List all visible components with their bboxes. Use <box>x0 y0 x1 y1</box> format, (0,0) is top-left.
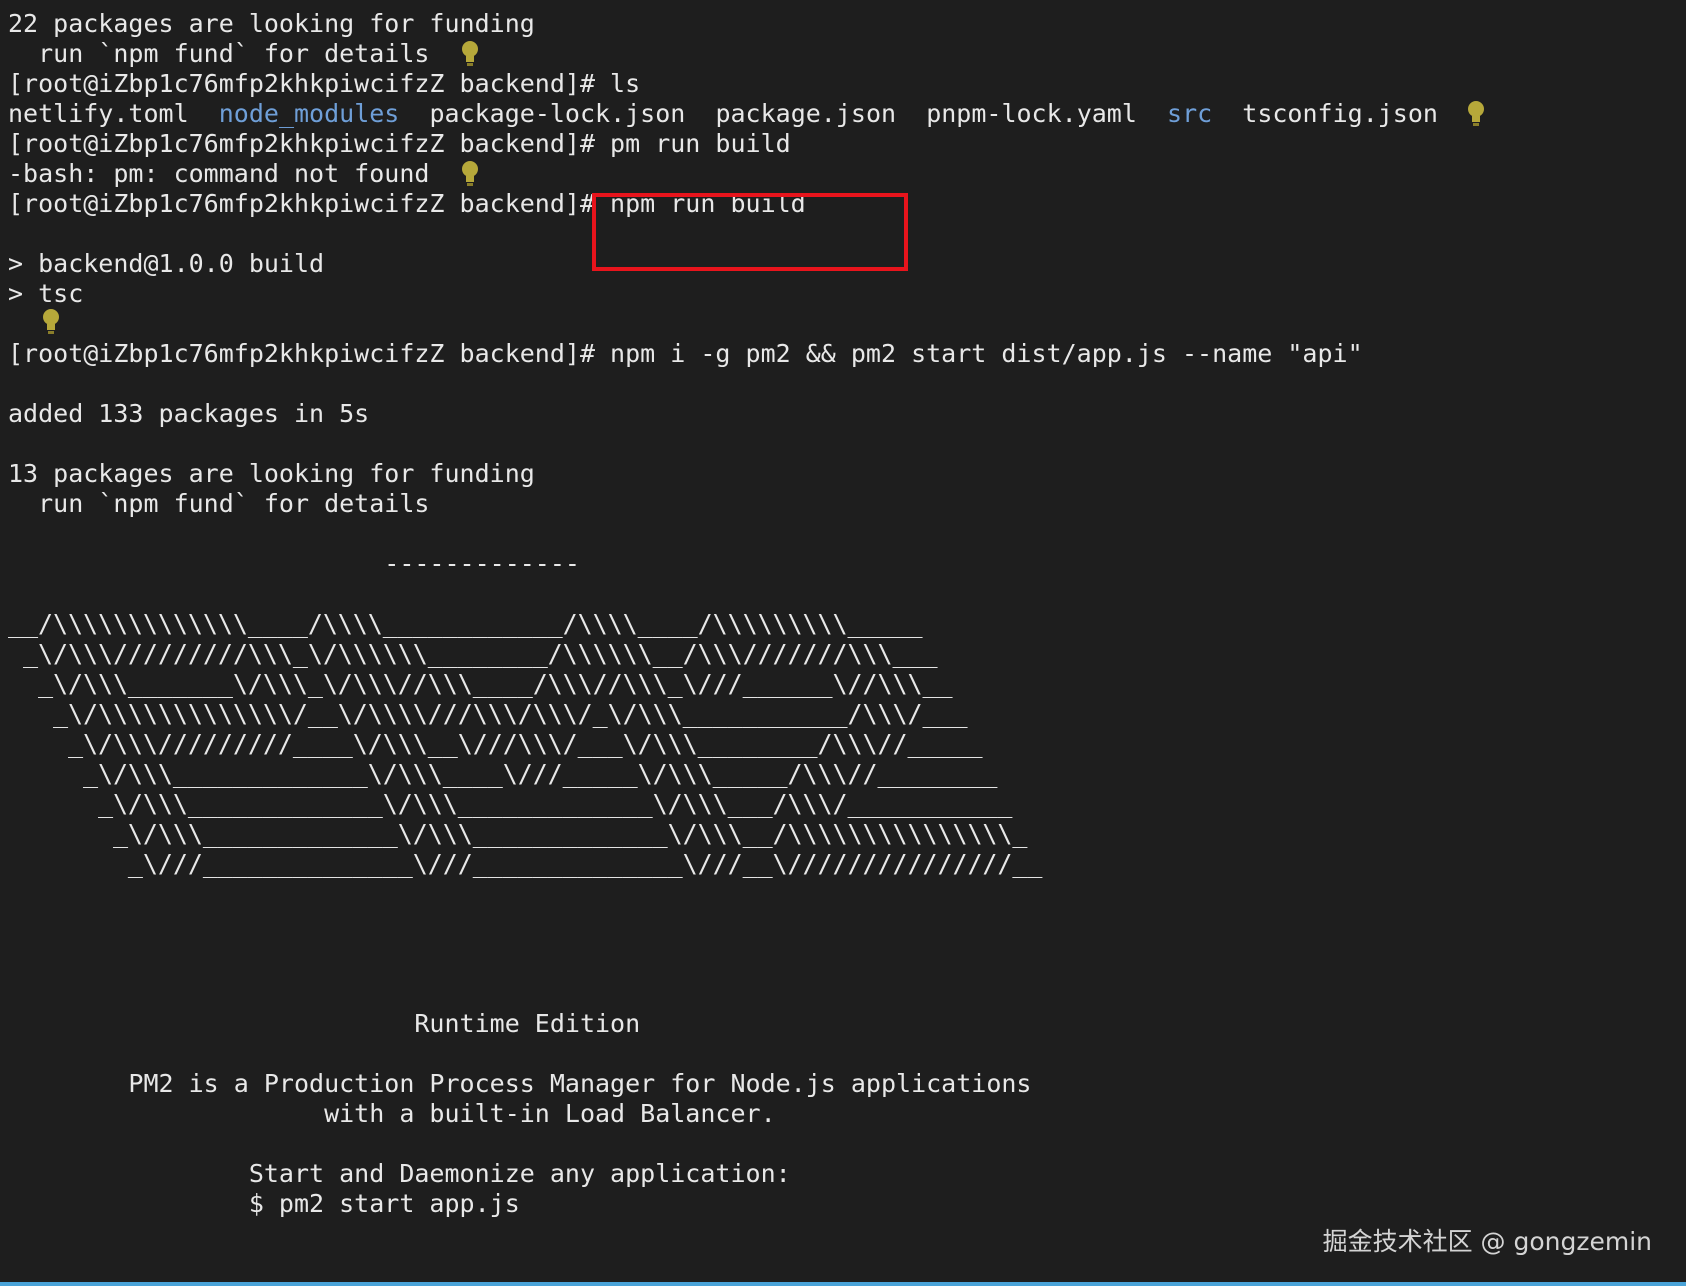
pm2-ascii-art-line: _\///______________\///______________\//… <box>8 849 1043 878</box>
output-build-script: > backend@1.0.0 build <box>8 249 325 278</box>
pm2-start-title: Start and Daemonize any application: <box>8 1159 791 1188</box>
terminal-window[interactable]: 22 packages are looking for funding run … <box>0 0 1686 1282</box>
pm2-description-line-2: with a built-in Load Balancer. <box>8 1099 776 1128</box>
output-added-packages: added 133 packages in 5s <box>8 399 370 428</box>
output-fund-details-line: run `npm fund` for details <box>8 39 430 68</box>
ls-listing: netlify.toml node_modules package-lock.j… <box>8 98 1438 130</box>
output-funding-line-2: 13 packages are looking for funding <box>8 459 535 488</box>
output-fund-details-line-2: run `npm fund` for details <box>8 489 430 518</box>
pm2-separator: ------------- <box>8 549 580 578</box>
pm2-ascii-art-line: _\/\\\\\\\\\\\\\/__\/\\\\///\\\/\\\/_\/\… <box>8 699 968 728</box>
file-package-json: package.json <box>715 99 897 128</box>
lightbulb-icon[interactable] <box>461 40 479 68</box>
dir-src: src <box>1167 99 1213 128</box>
file-package-lock-json: package-lock.json <box>429 99 686 128</box>
pm2-ascii-art-line: _\/\\\_____________\/\\\____\///_____\/\… <box>8 759 998 788</box>
watermark: 掘金技术社区 @ gongzemin <box>1322 1227 1652 1256</box>
file-pnpm-lock-yaml: pnpm-lock.yaml <box>926 99 1137 128</box>
pm2-ascii-art-line: _\/\\\_____________\/\\\_____________\/\… <box>8 819 1028 848</box>
pm2-ascii-art-line: _\/\\\/////////\\\_\/\\\\\\________/\\\\… <box>8 639 938 668</box>
highlight-box <box>592 193 908 271</box>
pm2-ascii-art-line: _\/\\\_____________\/\\\_____________\/\… <box>8 789 1013 818</box>
prompt-pm2-start: [root@iZbp1c76mfp2khkpiwcifzZ backend]# … <box>8 339 1363 368</box>
prompt-pm-run-build: [root@iZbp1c76mfp2khkpiwcifzZ backend]# … <box>8 129 791 158</box>
lightbulb-icon[interactable] <box>461 160 479 188</box>
pm2-ascii-art-line: _\/\\\_______\/\\\_\/\\\//\\\____/\\\//\… <box>8 669 953 698</box>
dir-node-modules: node_modules <box>218 99 400 128</box>
bottom-accent-bar <box>0 1282 1686 1286</box>
prompt-ls: [root@iZbp1c76mfp2khkpiwcifzZ backend]# … <box>8 69 641 98</box>
pm2-ascii-art-line: _\/\\\/////////____\/\\\__\///\\\/___\/\… <box>8 729 983 758</box>
lightbulb-icon[interactable] <box>42 308 60 336</box>
lightbulb-icon[interactable] <box>1467 100 1485 128</box>
file-netlify-toml: netlify.toml <box>8 99 189 128</box>
output-funding-line: 22 packages are looking for funding <box>8 9 535 38</box>
error-command-not-found: -bash: pm: command not found <box>8 159 430 188</box>
pm2-ascii-art-line: __/\\\\\\\\\\\\\____/\\\\____________/\\… <box>8 609 923 638</box>
pm2-description-line-1: PM2 is a Production Process Manager for … <box>8 1069 1032 1098</box>
pm2-start-command: $ pm2 start app.js <box>8 1189 520 1218</box>
pm2-runtime-edition: Runtime Edition <box>8 1009 641 1038</box>
file-tsconfig-json: tsconfig.json <box>1242 99 1438 128</box>
output-tsc: > tsc <box>8 279 84 308</box>
